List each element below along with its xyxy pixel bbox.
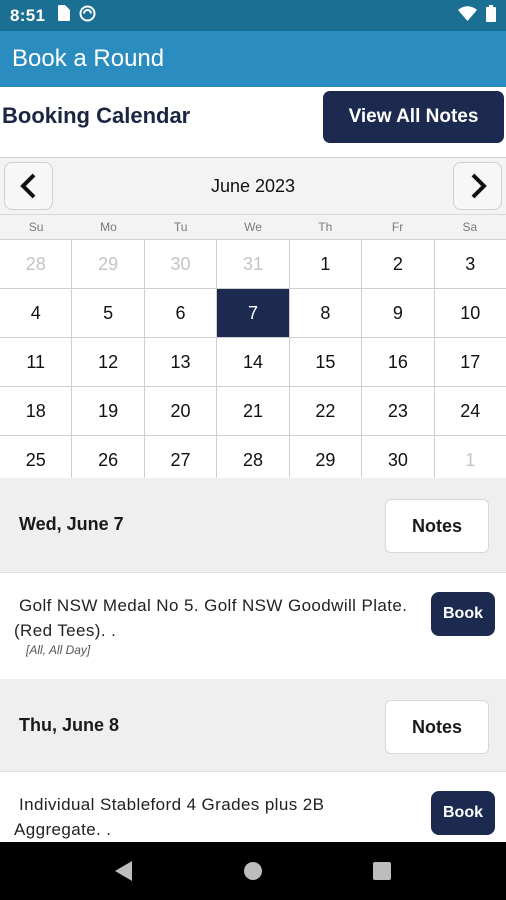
- status-bar: 8:51: [0, 0, 506, 31]
- schedule-date-label: Wed, June 7: [19, 514, 124, 534]
- event-item: Individual Stableford 4 Grades plus 2B A…: [0, 771, 506, 842]
- app-title: Book a Round: [12, 45, 165, 72]
- calendar-day[interactable]: 28: [217, 436, 289, 484]
- calendar-day[interactable]: 21: [217, 387, 289, 435]
- system-nav-bar: [0, 842, 506, 900]
- calendar-day[interactable]: 25: [0, 436, 72, 484]
- calendar-day-selected[interactable]: 7: [217, 289, 289, 337]
- calendar-day[interactable]: 12: [72, 338, 144, 386]
- view-all-notes-button[interactable]: View All Notes: [323, 91, 504, 143]
- calendar-day[interactable]: 22: [289, 387, 362, 435]
- calendar-day[interactable]: 8: [289, 289, 362, 337]
- calendar-day[interactable]: 24: [434, 387, 506, 435]
- book-button[interactable]: Book: [431, 592, 495, 636]
- calendar-day[interactable]: 19: [72, 387, 144, 435]
- weekday-label: We: [244, 220, 262, 234]
- app-bar: Book a Round: [0, 31, 506, 87]
- calendar-day[interactable]: 6: [144, 289, 217, 337]
- calendar-day[interactable]: 26: [72, 436, 144, 484]
- calendar-day[interactable]: 16: [362, 338, 434, 386]
- page-title: Booking Calendar: [2, 103, 191, 128]
- calendar-day[interactable]: 10: [434, 289, 506, 337]
- calendar-day[interactable]: 18: [0, 387, 72, 435]
- calendar-day[interactable]: 29: [289, 436, 362, 484]
- calendar-day[interactable]: 4: [0, 289, 72, 337]
- sim-card-icon: [57, 5, 71, 26]
- home-circle-icon: [243, 862, 262, 880]
- next-month-button[interactable]: [453, 162, 502, 210]
- book-button[interactable]: Book: [431, 791, 495, 835]
- battery-icon: [486, 4, 496, 27]
- weekday-label: Sa: [462, 220, 478, 234]
- calendar-day[interactable]: 9: [362, 289, 434, 337]
- calendar-day[interactable]: 28: [0, 240, 72, 288]
- calendar-day[interactable]: 11: [0, 338, 72, 386]
- weekday-label: Mo: [100, 220, 117, 234]
- schedule-date-row: Thu, June 8 Notes: [0, 679, 506, 773]
- calendar-day[interactable]: 15: [289, 338, 362, 386]
- data-saver-icon: [79, 5, 96, 27]
- calendar-nav: June 2023: [0, 158, 506, 214]
- weekday-label: Fr: [391, 220, 404, 234]
- back-button[interactable]: [104, 851, 144, 891]
- weekday-label: Tu: [173, 220, 188, 234]
- schedule-date-label: Thu, June 8: [19, 715, 120, 735]
- booking-header: Booking Calendar View All Notes: [0, 87, 506, 157]
- calendar-day[interactable]: 2: [362, 240, 434, 288]
- calendar-grid: 28 29 30 31 1 2 3 4 5 6 7 8 9 10 11 12 13 14 15 16 17 18 19 20 2…: [0, 239, 506, 484]
- calendar-day[interactable]: 29: [72, 240, 144, 288]
- calendar-day[interactable]: 1: [434, 436, 506, 484]
- weekday-header: Su Mo Tu We Th Fr Sa: [0, 214, 506, 239]
- booking-calendar: June 2023 Su Mo Tu We Th Fr Sa 28 29 30 31 1…: [0, 157, 506, 484]
- home-button[interactable]: [233, 851, 273, 891]
- recents-button[interactable]: [362, 851, 402, 891]
- schedule-date-row: Wed, June 7 Notes: [0, 478, 506, 572]
- calendar-day[interactable]: 31: [217, 240, 289, 288]
- event-description: Golf NSW Medal No 5. Golf NSW Goodwill P…: [14, 596, 408, 640]
- calendar-day[interactable]: 30: [362, 436, 434, 484]
- back-triangle-icon: [115, 861, 133, 881]
- event-item: Golf NSW Medal No 5. Golf NSW Goodwill P…: [0, 572, 506, 679]
- status-time: 8:51: [10, 5, 46, 25]
- calendar-day[interactable]: 14: [217, 338, 289, 386]
- calendar-day[interactable]: 23: [362, 387, 434, 435]
- calendar-day[interactable]: 3: [434, 240, 506, 288]
- calendar-day[interactable]: 20: [144, 387, 217, 435]
- month-label: June 2023: [210, 176, 296, 196]
- event-meta: [All, All Day]: [26, 643, 91, 657]
- notes-button[interactable]: Notes: [385, 499, 489, 553]
- calendar-day[interactable]: 27: [144, 436, 217, 484]
- weekday-label: Su: [28, 220, 44, 234]
- recents-square-icon: [372, 862, 391, 880]
- wifi-icon: [458, 5, 477, 26]
- event-description: Individual Stableford 4 Grades plus 2B A…: [14, 795, 325, 839]
- calendar-day[interactable]: 30: [144, 240, 217, 288]
- chevron-right-icon: [471, 173, 487, 199]
- calendar-day[interactable]: 13: [144, 338, 217, 386]
- weekday-label: Th: [318, 220, 333, 234]
- calendar-day[interactable]: 1: [289, 240, 362, 288]
- calendar-day[interactable]: 17: [434, 338, 506, 386]
- calendar-day[interactable]: 5: [72, 289, 144, 337]
- notes-button[interactable]: Notes: [385, 700, 489, 754]
